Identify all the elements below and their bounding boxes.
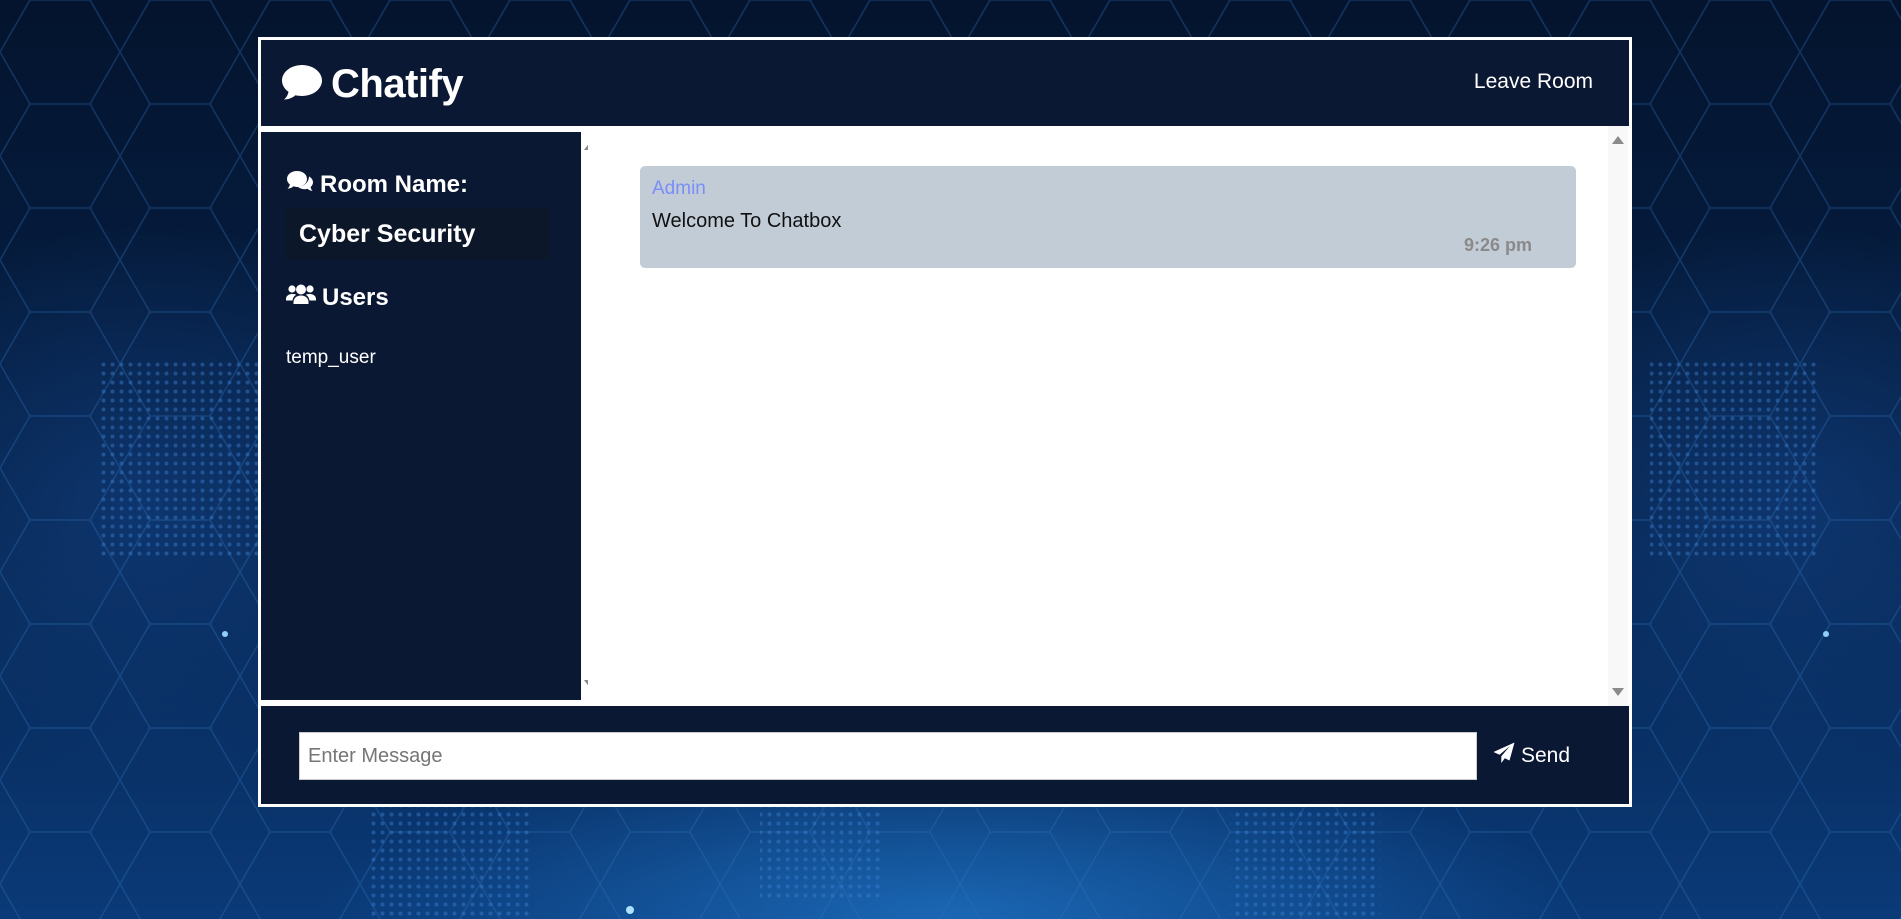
send-button[interactable]: Send <box>1493 742 1570 770</box>
paper-plane-icon <box>1493 742 1521 770</box>
room-name-heading: Room Name: <box>286 170 468 199</box>
chat-form: Send <box>261 706 1629 804</box>
users-icon <box>286 283 322 312</box>
message: Admin Welcome To Chatbox 9:26 pm <box>640 166 1576 268</box>
message-time: 9:26 pm <box>1463 235 1532 255</box>
users-label: Users <box>322 283 389 311</box>
room-name-label: Room Name: <box>320 170 469 198</box>
chat-container: Chatify Leave Room Room Name: Cyber Secu… <box>258 37 1632 807</box>
users-heading: Users <box>286 283 389 312</box>
leave-room-button[interactable]: Leave Room <box>1474 70 1593 94</box>
comment-icon <box>281 63 323 106</box>
users-list: temp_user <box>286 347 376 369</box>
app-title: Chatify <box>331 62 464 106</box>
chat-messages: Admin Welcome To Chatbox 9:26 pm <box>588 126 1629 706</box>
send-label: Send <box>1521 744 1571 767</box>
user-item: temp_user <box>286 347 376 368</box>
sidebar: Room Name: Cyber Security Users temp_use… <box>261 132 596 700</box>
room-name-value: Cyber Security <box>285 208 549 260</box>
logo: Chatify <box>281 62 464 107</box>
comments-icon <box>286 170 320 199</box>
chat-header: Chatify Leave Room <box>261 40 1629 126</box>
message-author: Admin <box>652 178 706 199</box>
messages-scroll-down-arrow[interactable] <box>1612 688 1624 696</box>
message-input[interactable] <box>299 732 1477 780</box>
messages-scrollbar[interactable] <box>1608 126 1628 706</box>
message-text: Welcome To Chatbox <box>652 210 842 232</box>
messages-scroll-up-arrow[interactable] <box>1612 136 1624 144</box>
